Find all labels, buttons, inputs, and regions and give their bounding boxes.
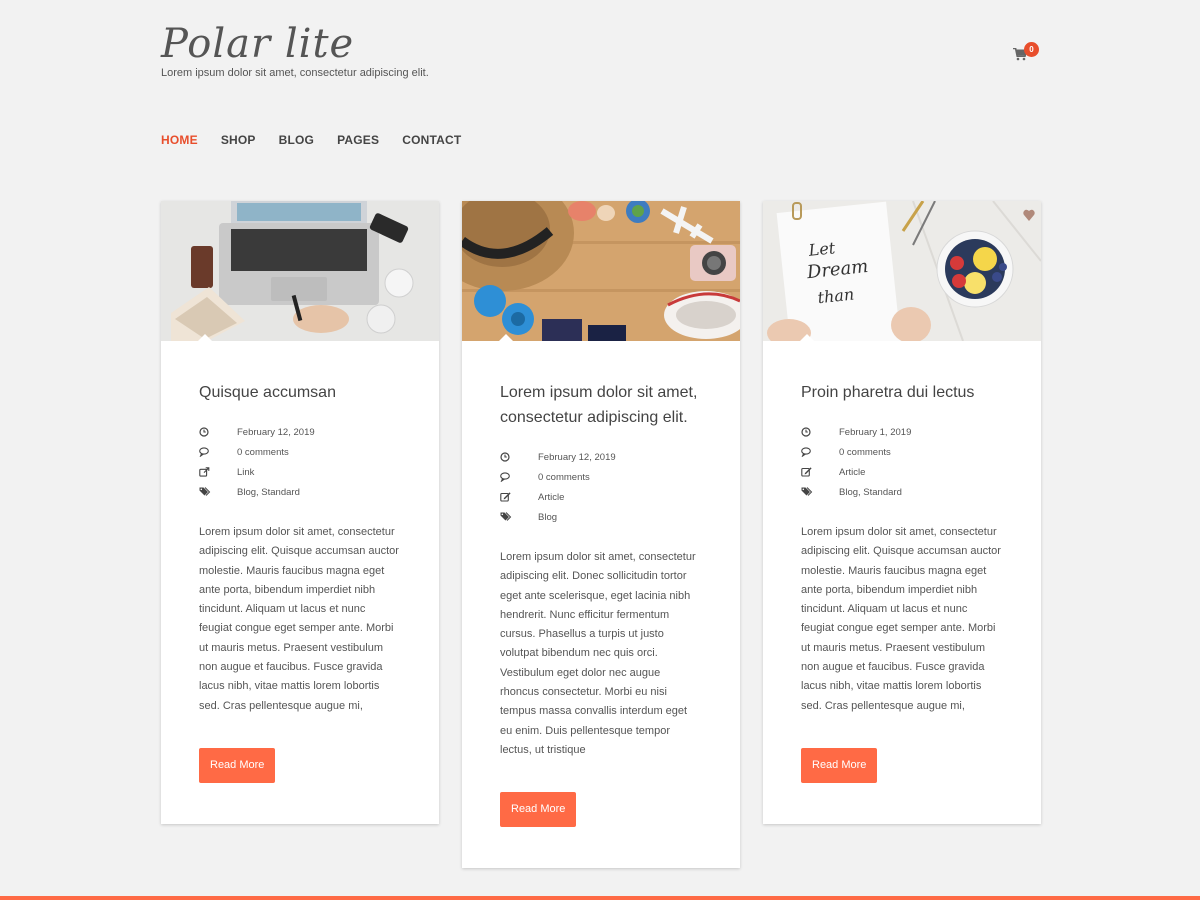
read-more-button[interactable]: Read More (199, 747, 276, 783)
post-card: Lorem ipsum dolor sit amet, consectetur … (462, 201, 740, 869)
post-title[interactable]: Quisque accumsan (199, 380, 401, 405)
post-comments[interactable]: 0 comments (237, 447, 289, 458)
site-header: Polar lite Lorem ipsum dolor sit amet, c… (161, 20, 1041, 90)
nav-item-contact[interactable]: CONTACT (402, 133, 461, 147)
post-meta: February 1, 2019 0 comments Article Blog… (801, 422, 1003, 502)
nav-item-blog[interactable]: BLOG (279, 133, 314, 147)
post-format[interactable]: Article (839, 467, 865, 478)
post-thumbnail-laptop[interactable] (161, 201, 439, 341)
post-title[interactable]: Lorem ipsum dolor sit amet, consectetur … (500, 380, 702, 430)
post-meta: February 12, 2019 0 comments Article Blo… (500, 447, 702, 527)
post-title[interactable]: Proin pharetra dui lectus (801, 380, 1003, 405)
tags-icon (801, 487, 813, 496)
clock-icon (500, 452, 510, 462)
svg-text:Let: Let (807, 238, 837, 260)
post-meta: February 12, 2019 0 comments Link Blog, … (199, 422, 401, 502)
post-card: Let Dream than Proin pharetra dui lectus (763, 201, 1041, 824)
comments-icon (199, 447, 209, 457)
post-thumbnail-travel[interactable] (462, 201, 740, 341)
site-tagline: Lorem ipsum dolor sit amet, consectetur … (161, 67, 429, 79)
post-comments[interactable]: 0 comments (839, 447, 891, 458)
tags-icon (500, 512, 512, 521)
post-card: Quisque accumsan February 12, 2019 0 com… (161, 201, 439, 824)
post-comments[interactable]: 0 comments (538, 472, 590, 483)
post-tags[interactable]: Blog, Standard (839, 487, 902, 498)
svg-text:than: than (817, 284, 855, 307)
post-format[interactable]: Link (237, 467, 254, 478)
post-tags[interactable]: Blog (538, 512, 557, 523)
post-excerpt: Lorem ipsum dolor sit amet, consectetur … (500, 551, 696, 756)
read-more-button[interactable]: Read More (500, 792, 577, 828)
post-date[interactable]: February 12, 2019 (538, 452, 616, 463)
edit-icon (500, 492, 511, 502)
nav-item-shop[interactable]: SHOP (221, 133, 256, 147)
post-excerpt: Lorem ipsum dolor sit amet, consectetur … (199, 526, 399, 712)
post-excerpt: Lorem ipsum dolor sit amet, consectetur … (801, 526, 1001, 712)
nav-item-pages[interactable]: PAGES (337, 133, 379, 147)
post-tags[interactable]: Blog, Standard (237, 487, 300, 498)
post-date[interactable]: February 12, 2019 (237, 427, 315, 438)
external-link-icon (199, 467, 210, 477)
nav-item-home[interactable]: HOME (161, 133, 198, 147)
post-date[interactable]: February 1, 2019 (839, 427, 911, 438)
clock-icon (801, 427, 811, 437)
tags-icon (199, 487, 211, 496)
comments-icon (500, 472, 510, 482)
clock-icon (199, 427, 209, 437)
read-more-button[interactable]: Read More (801, 747, 878, 783)
comments-icon (801, 447, 811, 457)
cart-count-badge: 0 (1024, 42, 1039, 57)
edit-icon (801, 467, 812, 477)
site-logo[interactable]: Polar lite (161, 20, 1041, 68)
footer-accent-bar (0, 896, 1200, 900)
post-format[interactable]: Article (538, 492, 564, 503)
cart-button[interactable]: 0 (1013, 42, 1041, 66)
main-nav: HOME SHOP BLOG PAGES CONTACT (161, 133, 484, 147)
post-thumbnail-lettering[interactable]: Let Dream than (763, 201, 1041, 341)
